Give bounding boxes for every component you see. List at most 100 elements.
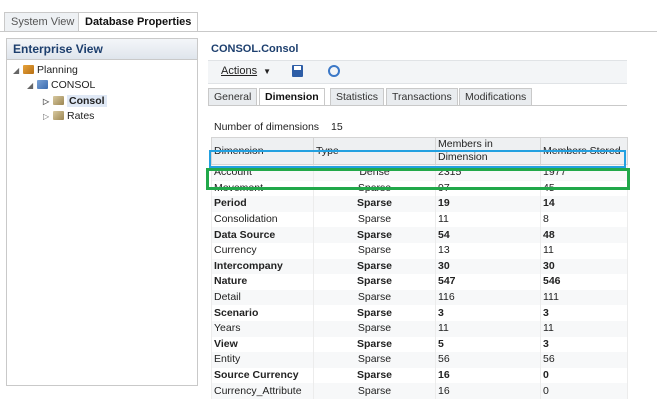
num-dims-label: Number of dimensions	[214, 121, 320, 133]
cell-type: Sparse	[313, 336, 436, 353]
tree-item-planning[interactable]: ◢ Planning	[13, 63, 78, 77]
chevron-down-icon: ▼	[263, 67, 272, 76]
database-title: CONSOL.Consol	[211, 43, 299, 55]
cell-members: 13	[435, 242, 541, 259]
cell-type: Sparse	[313, 289, 436, 306]
cell-stored: 8	[540, 211, 628, 228]
cell-members: 19	[435, 196, 541, 212]
table-row[interactable]: Years Sparse 11 11	[211, 320, 628, 337]
table-row[interactable]: Consolidation Sparse 11 8	[211, 211, 628, 228]
planning-icon	[23, 65, 34, 74]
cell-dim: Currency	[211, 242, 314, 259]
cell-dim: Source Currency	[211, 367, 314, 384]
table-row[interactable]: Currency Sparse 13 11	[211, 242, 628, 259]
cell-members: 3	[435, 305, 541, 321]
tab-dimension[interactable]: Dimension	[259, 88, 325, 105]
cell-type: Sparse	[313, 274, 436, 290]
cell-members: 16	[435, 383, 541, 399]
tab-modifications[interactable]: Modifications	[459, 88, 533, 105]
cube-icon	[53, 111, 64, 120]
cell-type: Sparse	[313, 383, 436, 399]
cell-stored: 56	[540, 352, 628, 368]
cell-dim: View	[211, 336, 314, 353]
tab-transactions[interactable]: Transactions	[386, 88, 458, 105]
application-icon	[37, 80, 48, 89]
save-icon[interactable]	[292, 65, 303, 77]
tree-label: Consol	[67, 95, 107, 107]
movement-highlight-box	[206, 168, 630, 190]
cell-dim: Consolidation	[211, 211, 314, 228]
collapse-arrow-icon[interactable]: ◢	[13, 64, 21, 78]
cell-members: 547	[435, 274, 541, 290]
cell-dim: Nature	[211, 274, 314, 290]
cell-type: Sparse	[313, 367, 436, 384]
cell-members: 11	[435, 320, 541, 337]
table-row[interactable]: Intercompany Sparse 30 30	[211, 258, 628, 275]
tree-item-rates-cube[interactable]: ▷ Rates	[43, 109, 94, 123]
expand-arrow-icon[interactable]: ▷	[43, 95, 51, 109]
cell-dim: Scenario	[211, 305, 314, 321]
tab-general[interactable]: General	[208, 88, 258, 105]
cell-members: 5	[435, 336, 541, 353]
tree-label: CONSOL	[51, 79, 96, 91]
cell-type: Sparse	[313, 196, 436, 212]
tree-label: Planning	[37, 64, 78, 76]
cell-dim: Detail	[211, 289, 314, 306]
table-row[interactable]: Detail Sparse 116 111	[211, 289, 628, 306]
cell-type: Sparse	[313, 305, 436, 321]
cell-stored: 11	[540, 320, 628, 337]
cell-members: 16	[435, 367, 541, 384]
tab-statistics[interactable]: Statistics	[330, 88, 385, 105]
table-row[interactable]: Entity Sparse 56 56	[211, 352, 628, 368]
cell-dim: Entity	[211, 352, 314, 368]
tab-divider	[0, 31, 657, 32]
cell-stored: 11	[540, 242, 628, 259]
cell-stored: 3	[540, 336, 628, 353]
cell-stored: 0	[540, 383, 628, 399]
cell-stored: 48	[540, 227, 628, 243]
num-dims-value: 15	[331, 121, 343, 133]
cell-stored: 30	[540, 258, 628, 275]
cell-dim: Currency_Attribute	[211, 383, 314, 399]
cube-icon	[53, 96, 64, 105]
number-of-dimensions: Number of dimensions 15	[214, 121, 343, 133]
cell-dim: Period	[211, 196, 314, 212]
cell-dim: Data Source	[211, 227, 314, 243]
account-highlight-box	[209, 150, 626, 168]
cell-type: Sparse	[313, 227, 436, 243]
table-row[interactable]: Scenario Sparse 3 3	[211, 305, 628, 321]
cell-stored: 111	[540, 289, 628, 306]
cell-stored: 546	[540, 274, 628, 290]
cell-members: 11	[435, 211, 541, 228]
cell-stored: 3	[540, 305, 628, 321]
actions-label: Actions	[221, 65, 258, 77]
enterprise-view-title: Enterprise View	[7, 39, 197, 60]
table-row[interactable]: Period Sparse 19 14	[211, 196, 628, 212]
tree-label: Rates	[67, 110, 95, 122]
table-row[interactable]: Currency_Attribute Sparse 16 0	[211, 383, 628, 399]
table-row[interactable]: Nature Sparse 547 546	[211, 274, 628, 290]
cell-type: Sparse	[313, 352, 436, 368]
actions-menu[interactable]: Actions ▼	[221, 65, 271, 77]
cell-dim: Years	[211, 320, 314, 337]
tab-database-properties[interactable]: Database Properties	[78, 12, 199, 31]
table-row[interactable]: View Sparse 5 3	[211, 336, 628, 353]
tab-system-view[interactable]: System View	[4, 12, 82, 31]
enterprise-view-pane: Enterprise View ◢ Planning ◢ CONSOL ▷ Conso…	[6, 38, 198, 386]
collapse-arrow-icon[interactable]: ◢	[27, 79, 35, 93]
expand-arrow-icon[interactable]: ▷	[43, 110, 51, 124]
refresh-icon[interactable]	[328, 65, 340, 77]
cell-type: Sparse	[313, 258, 436, 275]
cell-dim: Intercompany	[211, 258, 314, 275]
subtab-divider	[208, 105, 627, 106]
cell-type: Sparse	[313, 211, 436, 228]
cell-type: Sparse	[313, 242, 436, 259]
cell-members: 116	[435, 289, 541, 306]
tree-item-consol-app[interactable]: ◢ CONSOL	[27, 78, 95, 92]
table-row[interactable]: Data Source Sparse 54 48	[211, 227, 628, 243]
table-row[interactable]: Source Currency Sparse 16 0	[211, 367, 628, 384]
toolbar: Actions ▼	[208, 60, 627, 84]
tree-item-consol-cube[interactable]: ▷ Consol	[43, 94, 107, 108]
cell-members: 54	[435, 227, 541, 243]
cell-stored: 14	[540, 196, 628, 212]
